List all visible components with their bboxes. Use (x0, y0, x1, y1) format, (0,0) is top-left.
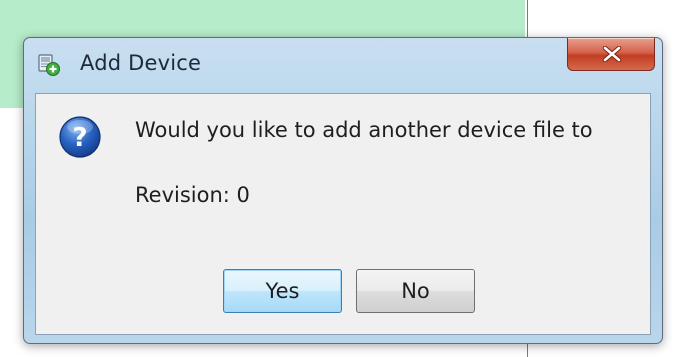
dialog-message: Would you like to add another device fil… (135, 118, 593, 142)
dialog-body: ? Would you like to add another device f… (35, 93, 651, 335)
svg-text:?: ? (72, 123, 87, 153)
yes-button[interactable]: Yes (223, 269, 342, 313)
close-icon (602, 46, 622, 62)
add-device-icon (37, 53, 61, 77)
close-button[interactable] (567, 38, 655, 71)
no-button[interactable]: No (356, 269, 475, 313)
revision-label: Revision: 0 (135, 183, 250, 207)
window-title: Add Device (80, 51, 202, 75)
add-device-dialog: Add Device ? Would you like to add anoth… (23, 37, 663, 344)
question-icon: ? (58, 115, 102, 159)
title-bar[interactable]: Add Device (24, 38, 662, 93)
